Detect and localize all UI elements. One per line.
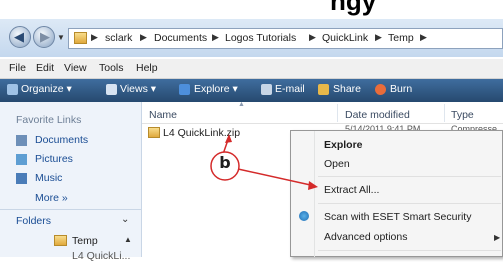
annotation-label: b [219,153,231,172]
annotation-arrowhead [308,181,318,190]
annotation-arrow [237,168,316,187]
annotation-arrowhead [225,134,232,143]
annotation-overlay [210,134,318,190]
